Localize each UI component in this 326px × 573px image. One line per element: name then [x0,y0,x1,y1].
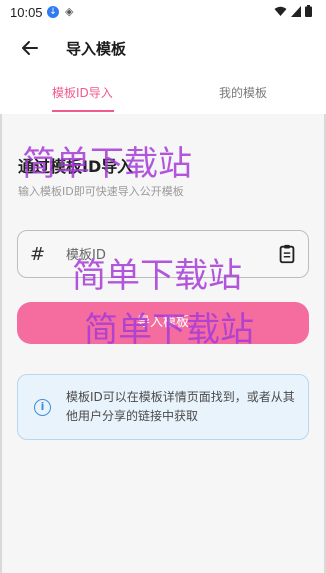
info-box: i 模板ID可以在模板详情页面找到，或者从其他用户分享的链接中获取 [17,374,309,440]
template-id-field[interactable]: # [17,230,309,278]
info-icon: i [34,399,51,416]
download-icon: ↓ [47,6,59,18]
signal-icon [291,5,301,17]
app-bar: 导入模板 [0,24,326,72]
status-bar: 10:05 ↓ ◈ [0,0,326,24]
clipboard-icon[interactable] [276,243,298,265]
tab-bar: 模板ID导入 我的模板 [0,72,326,114]
tab-my-templates[interactable]: 我的模板 [219,84,267,101]
section-subtitle: 输入模板ID即可快速导入公开模板 [18,185,184,198]
page-title: 导入模板 [66,40,127,58]
shield-icon: ◈ [65,5,74,18]
tab-template-id-import[interactable]: 模板ID导入 [52,84,113,101]
wifi-icon [274,6,287,16]
battery-icon [305,5,312,17]
template-id-input[interactable] [64,243,268,267]
import-template-button[interactable]: 导入模板 [17,302,309,344]
arrow-left-icon[interactable] [18,36,42,60]
section-title: 通过模板ID导入 [18,157,134,176]
hash-icon: # [30,244,46,265]
status-icons [274,5,312,17]
tab-indicator [52,110,114,112]
status-time: 10:05 [10,5,43,20]
info-text: 模板ID可以在模板详情页面找到，或者从其他用户分享的链接中获取 [66,390,295,423]
